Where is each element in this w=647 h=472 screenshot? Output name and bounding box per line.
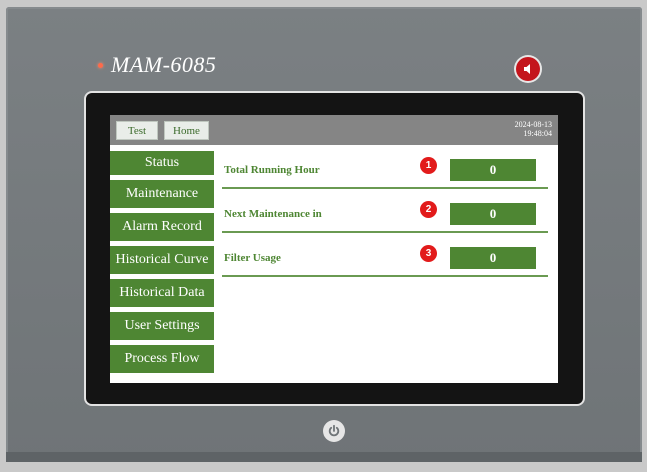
status-panel: Total Running Hour 1 0 Next Maintenance … bbox=[222, 151, 548, 283]
hmi-screen: Test Home 2024-08-13 19:48:04 Status Mai… bbox=[110, 115, 558, 383]
home-button[interactable]: Home bbox=[164, 121, 209, 140]
power-icon bbox=[328, 424, 340, 437]
bezel-bottom-edge bbox=[6, 452, 642, 462]
next-maintenance-label: Next Maintenance in bbox=[224, 208, 322, 220]
nav-process-flow[interactable]: Process Flow bbox=[110, 345, 214, 373]
filter-usage-value: 0 bbox=[450, 247, 536, 269]
brand: MAM-6085 bbox=[98, 52, 216, 78]
running-hour-value: 0 bbox=[450, 159, 536, 181]
status-row-next-maintenance: Next Maintenance in 2 0 bbox=[222, 195, 548, 233]
sidebar-nav: Status Maintenance Alarm Record Historic… bbox=[110, 151, 214, 378]
status-row-filter-usage: Filter Usage 3 0 bbox=[222, 239, 548, 277]
filter-usage-label: Filter Usage bbox=[224, 252, 281, 264]
model-name: MAM-6085 bbox=[111, 52, 217, 77]
next-maintenance-value: 0 bbox=[450, 203, 536, 225]
marker-badge-3: 3 bbox=[420, 245, 437, 262]
nav-alarm-record[interactable]: Alarm Record bbox=[110, 213, 214, 241]
status-row-running-hour: Total Running Hour 1 0 bbox=[222, 151, 548, 189]
hmi-device: MAM-6085 Test Home 2024-08-13 19:48:04 S… bbox=[6, 7, 642, 462]
marker-badge-1: 1 bbox=[420, 157, 437, 174]
test-button[interactable]: Test bbox=[116, 121, 158, 140]
speaker-icon bbox=[524, 64, 530, 74]
power-button[interactable] bbox=[323, 420, 345, 442]
nav-maintenance[interactable]: Maintenance bbox=[110, 180, 214, 208]
marker-badge-2: 2 bbox=[420, 201, 437, 218]
running-hour-label: Total Running Hour bbox=[224, 164, 320, 176]
nav-historical-data[interactable]: Historical Data bbox=[110, 279, 214, 307]
nav-historical-curve[interactable]: Historical Curve bbox=[110, 246, 214, 274]
top-bar: Test Home 2024-08-13 19:48:04 bbox=[110, 115, 558, 145]
screen-frame: Test Home 2024-08-13 19:48:04 Status Mai… bbox=[86, 93, 583, 404]
time-text: 19:48:04 bbox=[523, 129, 552, 138]
datetime-display: 2024-08-13 19:48:04 bbox=[515, 120, 552, 138]
indicator-led bbox=[98, 62, 103, 68]
nav-user-settings[interactable]: User Settings bbox=[110, 312, 214, 340]
nav-status[interactable]: Status bbox=[110, 151, 214, 175]
date-text: 2024-08-13 bbox=[514, 120, 552, 129]
speaker-button[interactable] bbox=[516, 57, 540, 81]
